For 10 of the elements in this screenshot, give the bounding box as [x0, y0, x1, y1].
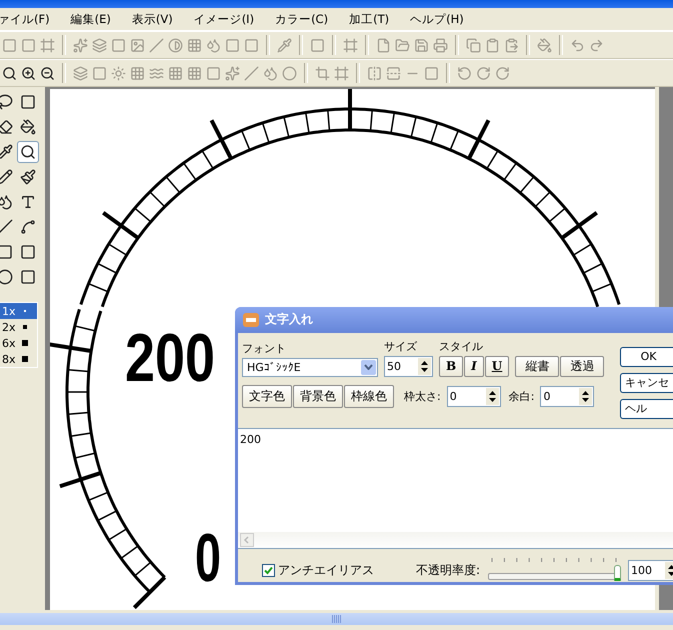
- antialias-label: アンチエイリアス: [278, 562, 374, 578]
- border-width-label: 枠太さ:: [404, 388, 441, 404]
- size-label: サイズ: [384, 338, 418, 354]
- canvas-number: 200: [125, 320, 238, 396]
- margin-label: 余白:: [508, 388, 534, 404]
- font-label: フォント: [242, 340, 287, 356]
- opacity-label: 不透明率度:: [416, 562, 480, 578]
- dialog-title: 文字入れ: [265, 311, 313, 328]
- canvas-number: 0: [195, 520, 233, 596]
- style-label: スタイル: [439, 338, 484, 354]
